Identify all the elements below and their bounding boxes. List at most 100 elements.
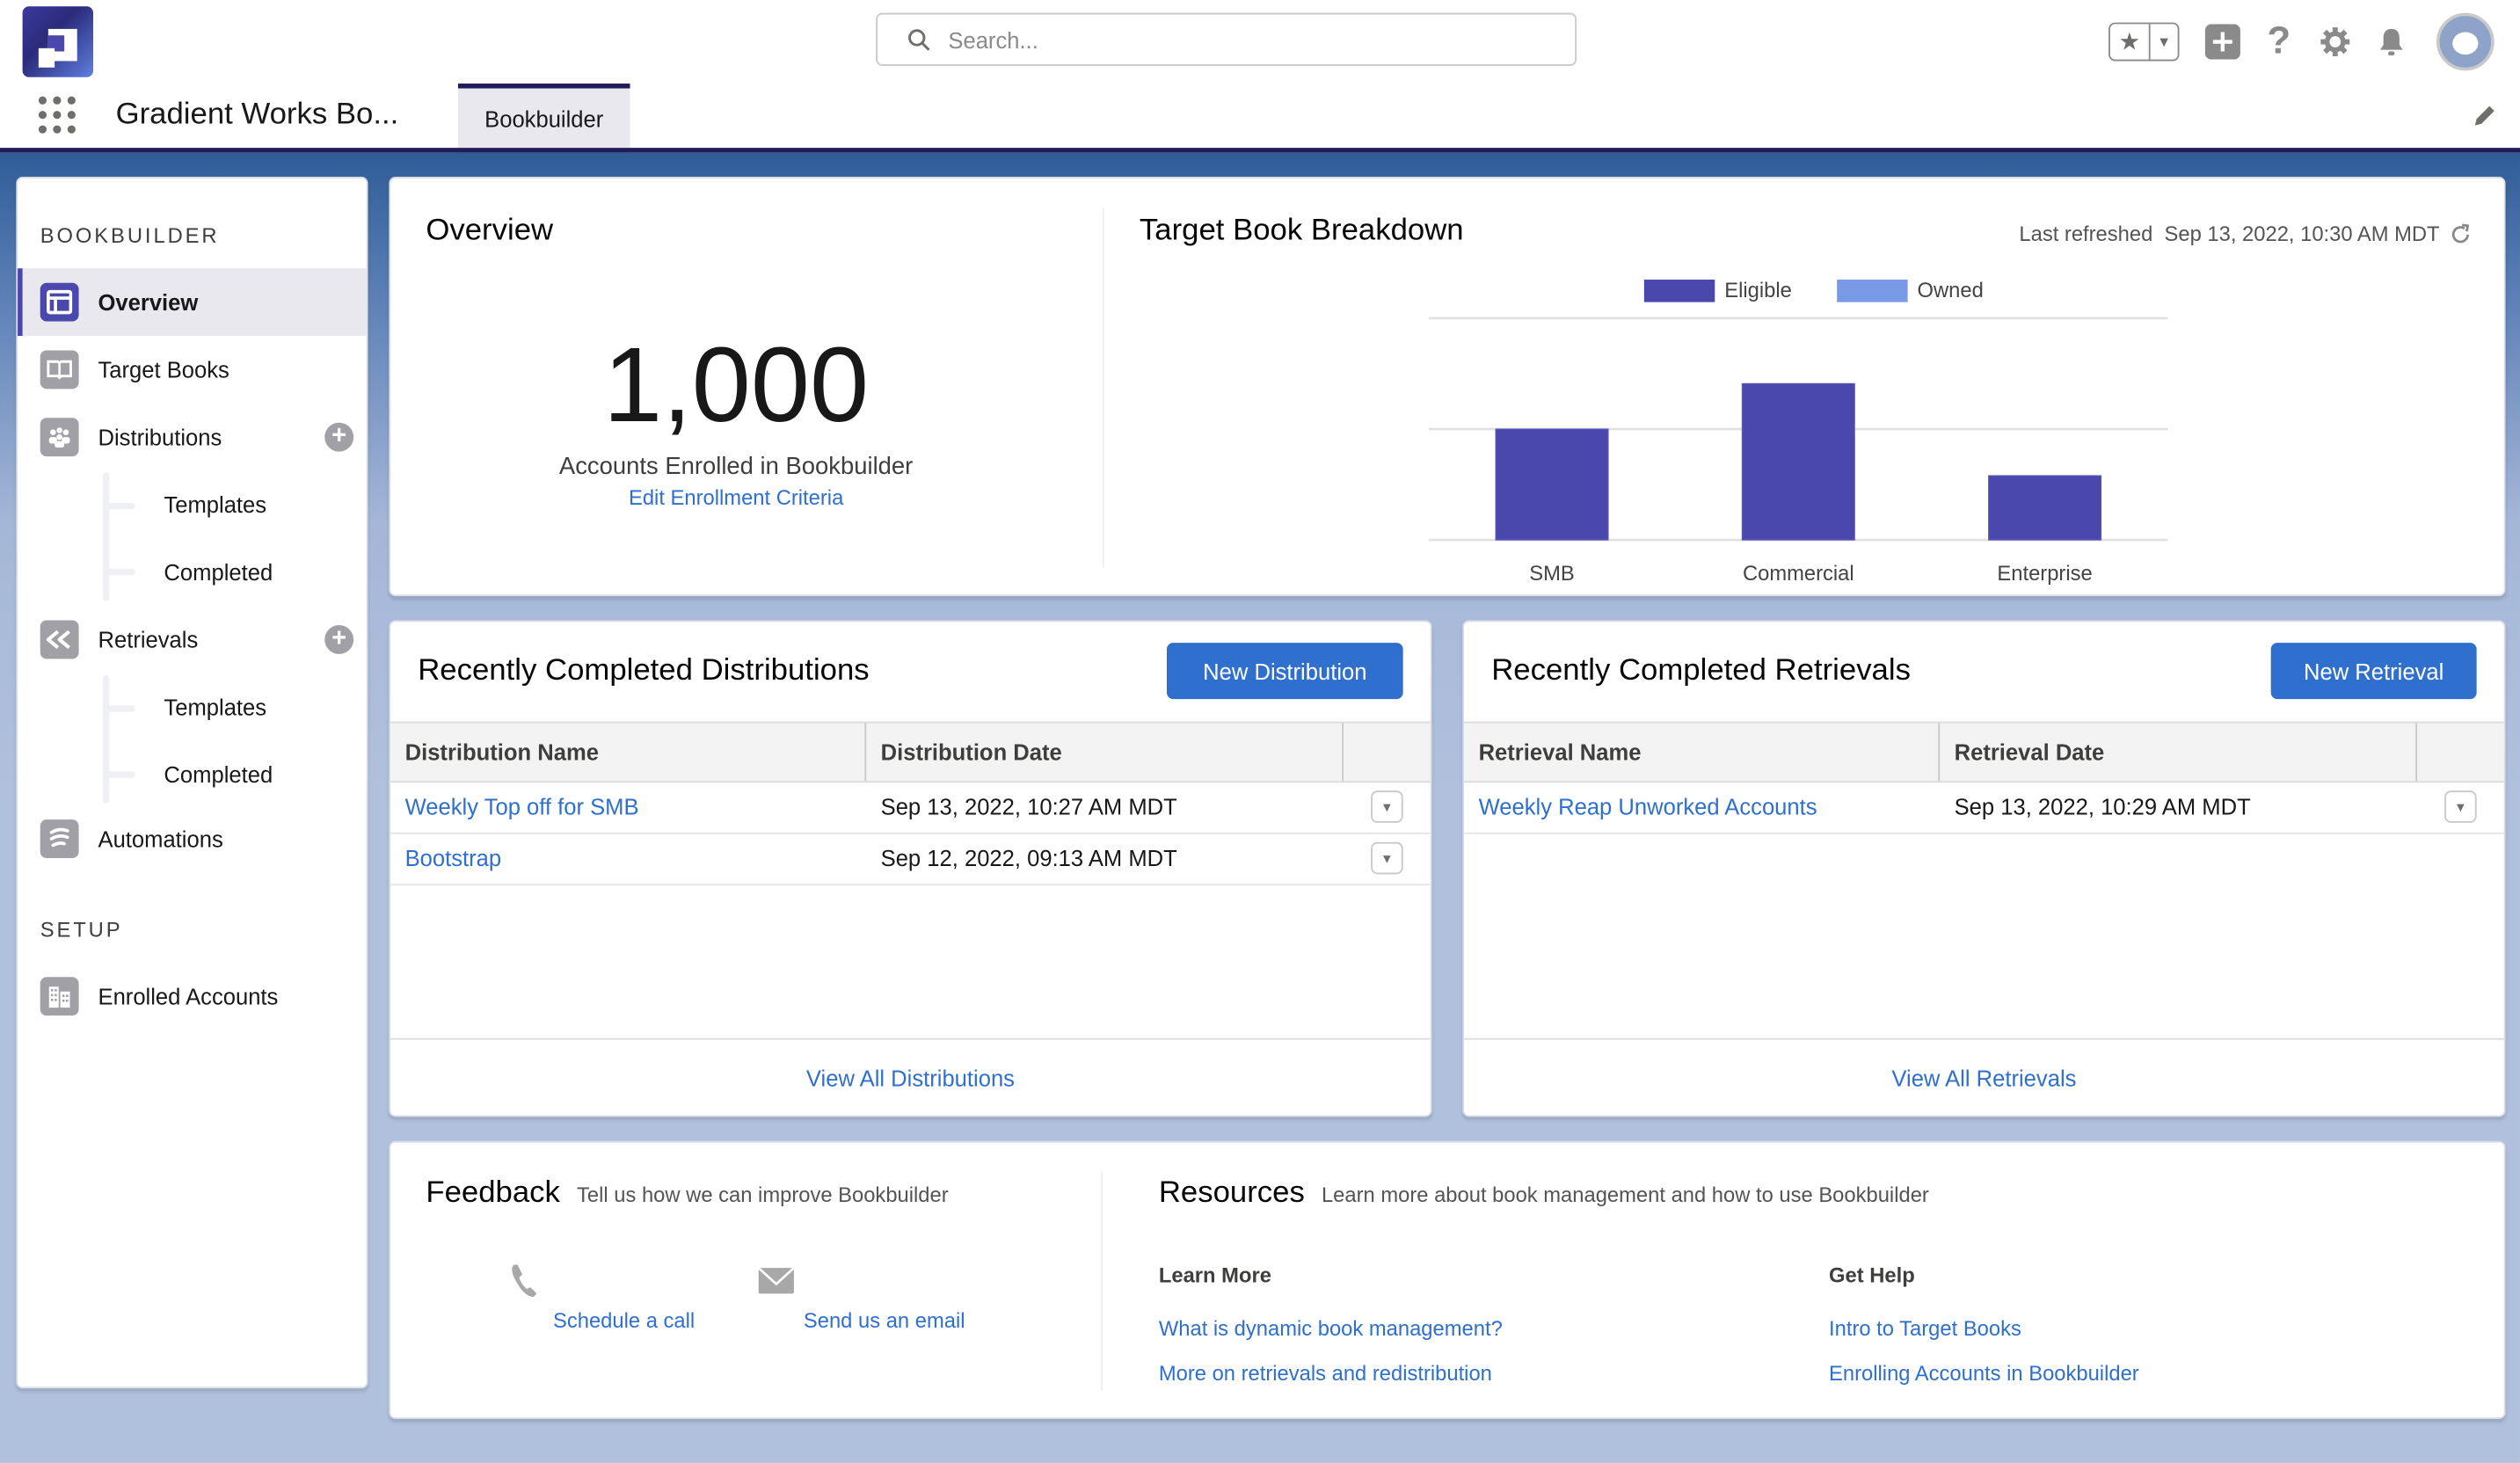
column-header-retrieval-name[interactable]: Retrieval Name — [1464, 723, 1941, 782]
resource-link[interactable]: Intro to Target Books — [1829, 1316, 2021, 1340]
sidebar-subitem-retrieval-completed[interactable]: Completed — [18, 741, 367, 809]
retrievals-table-header: Retrieval Name Retrieval Date — [1464, 721, 2504, 783]
table-row: Weekly Reap Unworked Accounts Sep 13, 20… — [1464, 781, 2504, 834]
bar-eligible-enterprise — [1988, 475, 2102, 541]
sidebar-item-enrolled-accounts[interactable]: Enrolled Accounts — [18, 963, 367, 1030]
table-row: Bootstrap Sep 12, 2022, 09:13 AM MDT ▼ — [390, 833, 1431, 886]
feedback-subtitle: Tell us how we can improve Bookbuilder — [577, 1183, 949, 1207]
breakdown-title: Target Book Breakdown — [1139, 214, 1464, 248]
resource-link[interactable]: Enrolling Accounts in Bookbuilder — [1829, 1361, 2139, 1385]
sidebar-subitem-label: Templates — [164, 694, 267, 720]
sidebar-subitem-retrieval-templates[interactable]: Templates — [18, 673, 367, 741]
row-actions-dropdown-icon[interactable]: ▼ — [1371, 790, 1403, 823]
feedback-resources-card: Feedback Tell us how we can improve Book… — [389, 1140, 2506, 1419]
search-icon — [908, 28, 930, 50]
distribution-name-link[interactable]: Bootstrap — [405, 845, 502, 870]
divider — [1101, 1171, 1103, 1391]
page: ★ ▼ ? Gradient Works Bo... Bookbu — [0, 0, 2520, 1463]
sidebar-item-label: Distributions — [98, 424, 222, 450]
overview-title: Overview — [426, 214, 554, 248]
breakdown-chart: Eligible Owned SMB Commercial Enterprise — [1428, 279, 2168, 586]
get-help-heading: Get Help — [1829, 1263, 1915, 1288]
user-avatar[interactable] — [2436, 12, 2495, 71]
distributions-card: Recently Completed Distributions New Dis… — [389, 620, 1432, 1117]
schedule-call-link[interactable]: Schedule a call — [553, 1308, 695, 1332]
x-tick-label: Enterprise — [1997, 562, 2092, 586]
retrieve-arrow-icon — [40, 620, 79, 659]
legend-label-owned: Owned — [1918, 279, 1984, 302]
tab-bookbuilder[interactable]: Bookbuilder — [457, 84, 630, 149]
view-all-distributions-link[interactable]: View All Distributions — [806, 1065, 1015, 1090]
send-email-action[interactable]: Send us an email — [732, 1260, 988, 1336]
app-nav-bar: Gradient Works Bo... Bookbuilder — [0, 84, 2520, 149]
column-header-distribution-date[interactable]: Distribution Date — [866, 723, 1344, 782]
legend-label-eligible: Eligible — [1724, 279, 1792, 302]
view-all-retrievals-link[interactable]: View All Retrievals — [1891, 1065, 2076, 1090]
x-tick-label: SMB — [1529, 562, 1574, 586]
book-icon — [40, 350, 79, 389]
search-input[interactable] — [944, 25, 1562, 55]
sidebar-item-distributions[interactable]: Distributions + — [18, 404, 367, 471]
sidebar-subitem-label: Completed — [164, 761, 273, 788]
notifications-bell-icon[interactable] — [2374, 24, 2409, 59]
distribution-name-link[interactable]: Weekly Top off for SMB — [405, 794, 639, 819]
sidebar-subitem-label: Completed — [164, 559, 273, 586]
global-add-icon[interactable] — [2204, 24, 2240, 60]
divider — [1102, 207, 1104, 568]
table-row: Weekly Top off for SMB Sep 13, 2022, 10:… — [390, 781, 1431, 834]
group-icon — [40, 418, 79, 457]
last-refreshed-label: Last refreshed — [2019, 222, 2153, 246]
row-actions-dropdown-icon[interactable]: ▼ — [1371, 841, 1403, 875]
favorites-star-icon[interactable]: ★ — [2110, 24, 2151, 60]
sidebar-item-retrievals[interactable]: Retrievals + — [18, 606, 367, 673]
row-actions-dropdown-icon[interactable]: ▼ — [2444, 790, 2477, 823]
retrieval-date: Sep 13, 2022, 10:29 AM MDT — [1954, 793, 2251, 820]
enrolled-count-label: Accounts Enrolled in Bookbuilder — [558, 453, 914, 481]
retrievals-card: Recently Completed Retrievals New Retrie… — [1462, 620, 2506, 1117]
sidebar-subitem-distribution-templates[interactable]: Templates — [18, 471, 367, 539]
header-tools: ★ ▼ ? — [2108, 6, 2520, 76]
resource-link[interactable]: What is dynamic book management? — [1159, 1316, 1503, 1340]
app-name: Gradient Works Bo... — [115, 98, 399, 132]
refresh-icon[interactable] — [2450, 222, 2473, 245]
app-logo[interactable] — [22, 6, 94, 77]
add-distribution-icon[interactable]: + — [324, 422, 354, 452]
send-email-link[interactable]: Send us an email — [804, 1308, 965, 1332]
column-header-retrieval-date[interactable]: Retrieval Date — [1940, 723, 2418, 782]
email-icon — [756, 1267, 795, 1294]
edit-nav-pencil-icon[interactable] — [2472, 103, 2497, 128]
favorites-dropdown-icon[interactable]: ▼ — [2151, 24, 2178, 59]
favorites-button[interactable]: ★ ▼ — [2108, 22, 2180, 62]
sidebar-item-automations[interactable]: Automations — [18, 805, 367, 873]
last-refreshed: Last refreshed Sep 13, 2022, 10:30 AM MD… — [2019, 222, 2473, 246]
sidebar-item-target-books[interactable]: Target Books — [18, 336, 367, 404]
sidebar-item-label: Retrievals — [98, 626, 199, 653]
distributions-title: Recently Completed Distributions — [418, 653, 870, 688]
new-retrieval-button[interactable]: New Retrieval — [2270, 643, 2477, 700]
edit-enrollment-criteria-link[interactable]: Edit Enrollment Criteria — [629, 485, 843, 509]
sidebar-item-label: Automations — [98, 826, 223, 852]
add-retrieval-icon[interactable]: + — [324, 625, 354, 654]
global-search[interactable] — [876, 12, 1577, 66]
resource-link[interactable]: More on retrievals and redistribution — [1159, 1361, 1492, 1385]
resources-subtitle: Learn more about book management and how… — [1321, 1183, 1929, 1207]
legend-swatch-owned — [1837, 280, 1908, 302]
bar-eligible-smb — [1495, 428, 1609, 541]
column-header-distribution-name[interactable]: Distribution Name — [390, 723, 867, 782]
sidebar-item-overview[interactable]: Overview — [18, 268, 367, 337]
help-icon[interactable]: ? — [2261, 19, 2297, 62]
legend-swatch-eligible — [1643, 280, 1715, 302]
app-launcher-icon[interactable] — [38, 96, 77, 135]
schedule-call-action[interactable]: Schedule a call — [471, 1260, 728, 1336]
new-distribution-button[interactable]: New Distribution — [1166, 643, 1403, 700]
sidebar-item-label: Overview — [98, 289, 199, 316]
last-refreshed-value: Sep 13, 2022, 10:30 AM MDT — [2164, 222, 2440, 246]
sidebar-item-label: Enrolled Accounts — [98, 983, 279, 1009]
x-tick-label: Commercial — [1743, 562, 1854, 586]
sidebar-subitem-distribution-completed[interactable]: Completed — [18, 538, 367, 606]
setup-gear-icon[interactable] — [2318, 24, 2353, 59]
retrieval-name-link[interactable]: Weekly Reap Unworked Accounts — [1479, 794, 1817, 819]
distribution-date: Sep 12, 2022, 09:13 AM MDT — [880, 845, 1177, 871]
sidebar-subitem-label: Templates — [164, 491, 267, 518]
bar-eligible-commercial — [1741, 382, 1855, 541]
